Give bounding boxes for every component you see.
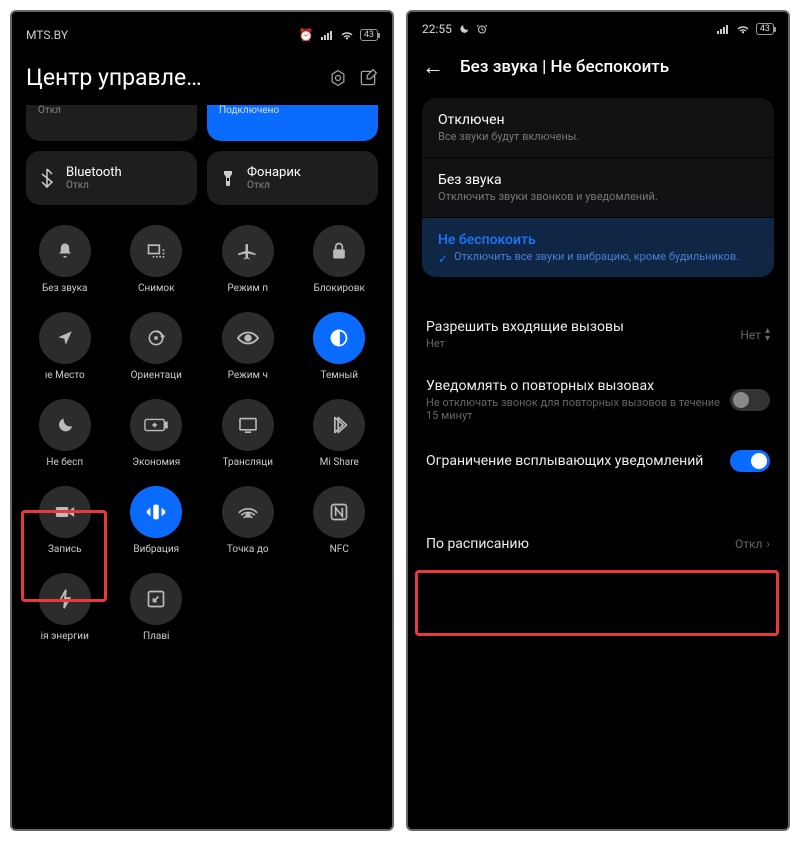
flashlight-icon	[219, 169, 237, 187]
battery-badge: 43	[360, 29, 378, 41]
chevron-right-icon: ›	[766, 537, 770, 551]
switch-popup-limit[interactable]	[730, 450, 770, 472]
toggle-energy[interactable]: ія энергии	[22, 573, 108, 642]
toggle-mute[interactable]: Без звука	[22, 225, 108, 294]
toggle-location[interactable]: ıe Место	[22, 312, 108, 381]
toggle-grid: Без звука Снимок Режим п Блокировк ıe Ме…	[12, 225, 392, 642]
mode-options: Отключен Все звуки будут включены. Без з…	[422, 98, 774, 277]
option-dnd[interactable]: Не беспокоить ✓ Отключить все звуки и ви…	[422, 218, 774, 277]
toggle-vibration[interactable]: Вибрация	[114, 486, 200, 555]
highlight-popup-setting	[415, 570, 779, 636]
alarm-icon: ⏰	[299, 28, 314, 42]
right-header: ← Без звука | Не беспокоить	[408, 44, 788, 98]
setting-schedule[interactable]: По расписанию Откл ›	[422, 522, 774, 566]
option-silent[interactable]: Без звука Отключить звуки звонков и увед…	[422, 158, 774, 218]
carrier-label: MTS.BY	[26, 28, 68, 42]
checkmark-icon: ✓	[438, 252, 448, 266]
toggle-record[interactable]: Запись	[22, 486, 108, 555]
setting-incoming-calls[interactable]: Разрешить входящие вызовы Нет Нет ▴▾	[422, 305, 774, 364]
moon-icon	[458, 23, 470, 35]
phone-left: MTS.BY ⏰ 43 Центр управле…	[10, 10, 394, 831]
signal-icon	[716, 24, 730, 35]
setting-repeat-calls[interactable]: Уведомлять о повторных вызовах Не отключ…	[422, 364, 774, 436]
back-button[interactable]: ←	[422, 54, 444, 80]
toggle-mishare[interactable]: Mi Share	[297, 399, 383, 468]
toggle-hotspot[interactable]: Точка до	[205, 486, 291, 555]
signal-icon	[320, 30, 334, 41]
tile-flashlight[interactable]: Фонарик Откл	[207, 151, 378, 205]
tile-wifi-connected[interactable]: Подключено	[207, 105, 378, 141]
toggle-reading[interactable]: Режим ч	[205, 312, 291, 381]
toggle-cast[interactable]: Трансляци	[205, 399, 291, 468]
wifi-icon	[736, 24, 750, 35]
wifi-icon	[340, 30, 354, 41]
battery-badge: 43	[756, 23, 774, 35]
toggle-airplane[interactable]: Режим п	[205, 225, 291, 294]
tile-bluetooth[interactable]: Bluetooth Откл	[26, 151, 197, 205]
updown-icon: ▴▾	[765, 327, 770, 343]
control-center-title: Центр управле…	[26, 64, 318, 91]
settings-list: Разрешить входящие вызовы Нет Нет ▴▾ Уве…	[408, 305, 788, 566]
tile-mobile-off[interactable]: Откл	[26, 105, 197, 141]
statusbar-right: 22:55 43	[408, 12, 788, 44]
toggle-nfc[interactable]: NFC	[297, 486, 383, 555]
left-header: Центр управле…	[12, 50, 392, 105]
toggle-lock[interactable]: Блокировк	[297, 225, 383, 294]
switch-repeat-calls[interactable]	[730, 389, 770, 411]
bluetooth-icon	[38, 169, 56, 187]
toggle-dnd[interactable]: Не бесп	[22, 399, 108, 468]
toggle-battery-saver[interactable]: Экономия	[114, 399, 200, 468]
toggle-dark[interactable]: Темный	[297, 312, 383, 381]
phone-right: 22:55 43 ← Без звука | Не беспок	[406, 10, 790, 831]
statusbar-left: MTS.BY ⏰ 43	[12, 12, 392, 50]
toggle-rotation[interactable]: Ориентаци	[114, 312, 200, 381]
settings-gear-icon[interactable]	[328, 68, 348, 88]
time-label: 22:55	[422, 22, 452, 36]
setting-popup-limit[interactable]: Ограничение всплывающих уведомлений	[422, 436, 774, 486]
toggle-screenshot[interactable]: Снимок	[114, 225, 200, 294]
page-title: Без звука | Не беспокоить	[460, 57, 669, 77]
edit-icon[interactable]	[358, 68, 378, 88]
toggle-floating[interactable]: Плаві	[114, 573, 200, 642]
alarm-icon-2	[476, 23, 488, 35]
option-off[interactable]: Отключен Все звуки будут включены.	[422, 98, 774, 158]
